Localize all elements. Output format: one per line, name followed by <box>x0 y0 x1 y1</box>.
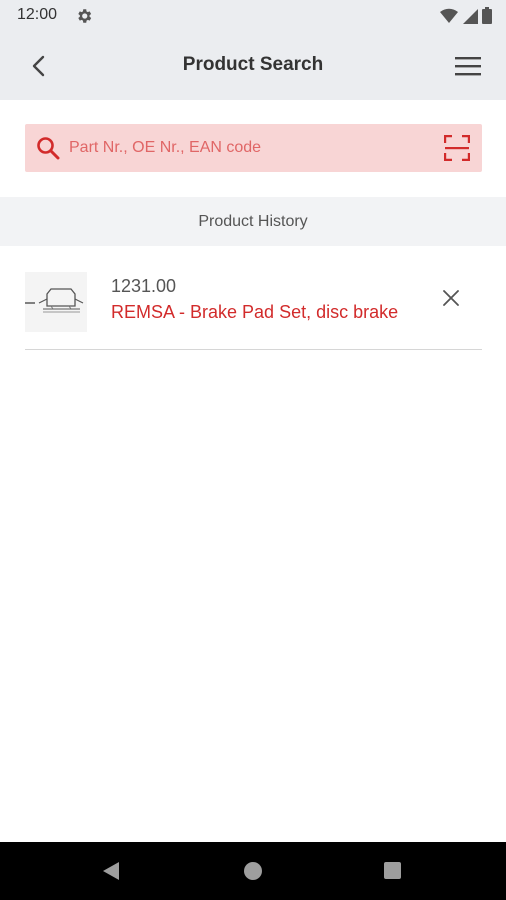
wifi-icon <box>440 8 458 23</box>
barcode-scan-icon[interactable] <box>444 135 470 161</box>
nav-home-icon[interactable] <box>244 862 262 880</box>
page-title: Product Search <box>182 54 324 75</box>
settings-gear-icon <box>78 9 92 23</box>
product-thumbnail <box>25 272 87 332</box>
system-navigation-bar <box>0 842 506 900</box>
signal-icon <box>463 8 478 24</box>
battery-icon <box>482 7 492 24</box>
history-list-item[interactable]: 1231.00 REMSA - Brake Pad Set, disc brak… <box>25 262 482 350</box>
item-part-number: 1231.00 <box>111 276 177 296</box>
item-title-link[interactable]: REMSA - Brake Pad Set, disc brake <box>111 302 398 323</box>
brake-pad-icon <box>25 288 84 313</box>
search-input[interactable] <box>69 124 429 172</box>
app-bar: Product Search <box>0 32 506 100</box>
status-indicators <box>440 7 492 24</box>
nav-back-icon[interactable] <box>101 861 121 881</box>
hamburger-menu-icon <box>455 57 481 76</box>
product-history-header: Product History <box>0 197 506 246</box>
nav-recents-icon[interactable] <box>384 862 401 879</box>
close-icon <box>443 290 459 306</box>
status-bar: 12:00 <box>0 0 506 32</box>
remove-item-button[interactable] <box>439 286 463 310</box>
status-time: 12:00 <box>17 6 58 23</box>
search-bar <box>25 124 482 172</box>
search-icon <box>37 137 60 160</box>
menu-button[interactable] <box>452 50 484 82</box>
